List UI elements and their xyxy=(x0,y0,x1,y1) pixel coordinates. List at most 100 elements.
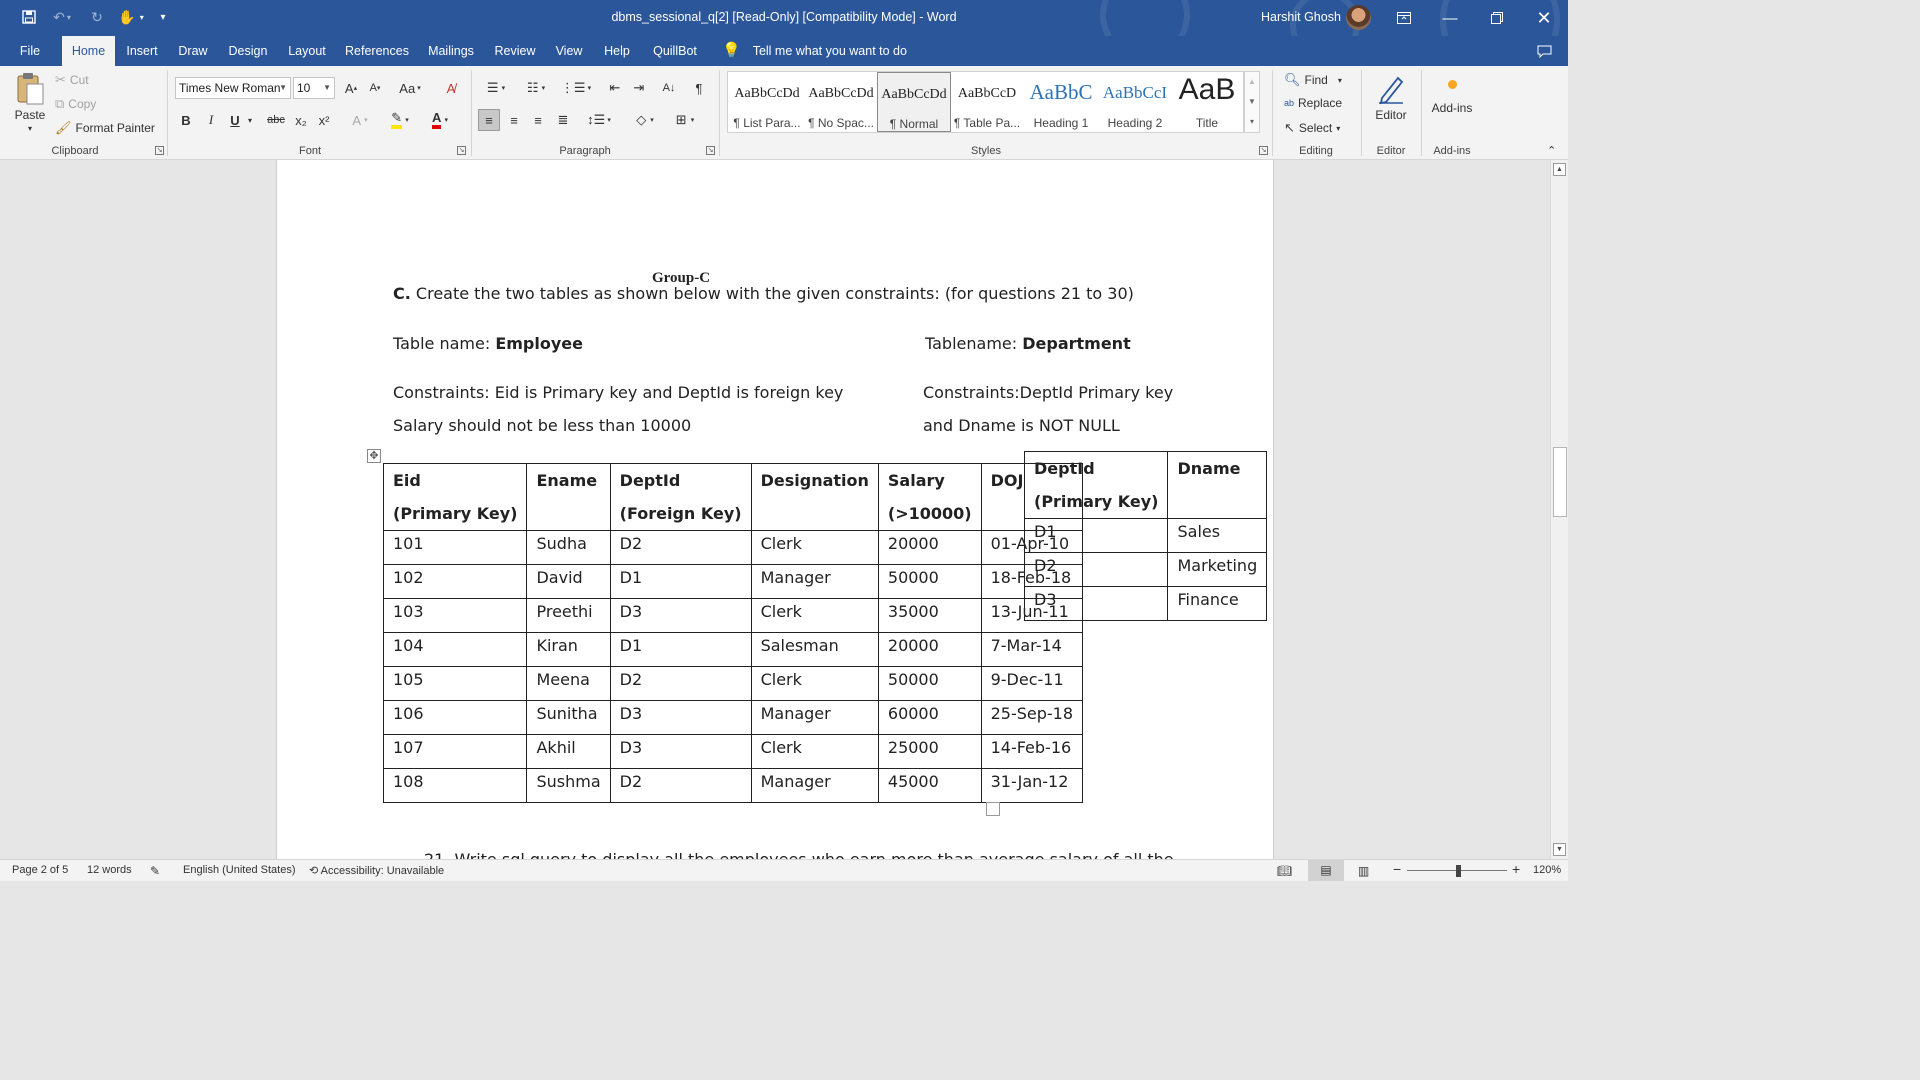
show-formatting-icon[interactable]: ¶ xyxy=(688,77,710,99)
cut-button[interactable]: ✂ Cut xyxy=(55,72,89,88)
tab-help[interactable]: Help xyxy=(598,36,636,66)
avatar[interactable] xyxy=(1346,5,1371,30)
table-cell[interactable]: Sales xyxy=(1167,518,1268,553)
table-cell[interactable]: Clerk xyxy=(750,734,879,769)
highlight-icon[interactable]: ✎ ▾ xyxy=(384,109,416,131)
web-layout-icon[interactable]: ▥ xyxy=(1358,864,1369,878)
header-cell[interactable]: Salary (>10000) xyxy=(877,463,982,531)
page-count[interactable]: Page 2 of 5 xyxy=(12,864,68,876)
header-cell[interactable]: Designation xyxy=(750,463,879,531)
style-table-paragraph[interactable]: AaBbCcD ¶ Table Pa... xyxy=(950,72,1024,132)
text-effects-icon[interactable]: A ▾ xyxy=(344,109,376,131)
shrink-font-icon[interactable]: A ▾ xyxy=(364,77,386,99)
tab-design[interactable]: Design xyxy=(222,36,274,66)
font-name-combo[interactable]: Times New Roman ▼ xyxy=(175,77,291,99)
font-launcher-icon[interactable]: ↘ xyxy=(457,146,466,155)
format-painter-button[interactable]: 🖌 Format Painter xyxy=(55,120,155,136)
font-color-icon[interactable]: A ▾ xyxy=(424,109,456,131)
style-heading-2[interactable]: AaBbCcI Heading 2 xyxy=(1098,72,1172,132)
table-resize-handle[interactable] xyxy=(986,802,1000,816)
language[interactable]: English (United States) xyxy=(183,864,296,876)
addins-button[interactable]: Add-ins xyxy=(1428,80,1476,115)
zoom-slider-thumb[interactable] xyxy=(1456,865,1461,877)
scroll-thumb[interactable] xyxy=(1553,447,1567,517)
paste-button[interactable]: Paste ▾ xyxy=(12,72,48,138)
align-center-icon[interactable]: ≡ xyxy=(503,109,525,131)
chevron-up-icon[interactable]: ▲ xyxy=(1245,72,1259,92)
superscript-button[interactable]: x² xyxy=(313,109,335,131)
restore-icon[interactable] xyxy=(1474,0,1520,36)
subscript-button[interactable]: x₂ xyxy=(290,109,312,131)
document-area[interactable]: Group-C C. Create the two tables as show… xyxy=(0,160,1550,859)
table-cell[interactable]: 20000 xyxy=(877,530,982,565)
table-cell[interactable]: D3 xyxy=(609,734,752,769)
tab-file[interactable]: File xyxy=(10,36,50,66)
chevron-down-icon[interactable]: ▼ xyxy=(1245,92,1259,112)
table-cell[interactable]: 9-Dec-11 xyxy=(980,666,1084,701)
borders-icon[interactable]: ⊞ ▾ xyxy=(668,109,702,131)
font-size-combo[interactable]: 10 ▼ xyxy=(293,77,335,99)
table-cell[interactable]: Clerk xyxy=(750,598,879,633)
comments-icon[interactable] xyxy=(1530,36,1558,66)
table-cell[interactable]: Meena xyxy=(526,666,611,701)
table-move-handle-icon[interactable]: ✥ xyxy=(367,449,381,463)
bold-button[interactable]: B xyxy=(175,109,197,131)
header-cell[interactable]: Ename xyxy=(526,463,611,531)
tell-me-search[interactable]: 💡 Tell me what you want to do xyxy=(722,36,907,66)
table-cell[interactable]: 50000 xyxy=(877,666,982,701)
copy-button[interactable]: ⧉ Copy xyxy=(55,96,96,112)
table-cell[interactable]: 60000 xyxy=(877,700,982,735)
table-cell[interactable]: 25000 xyxy=(877,734,982,769)
header-cell[interactable]: Dname xyxy=(1167,451,1268,519)
header-cell[interactable]: DeptId (Primary Key) xyxy=(1023,451,1169,519)
tab-view[interactable]: View xyxy=(550,36,588,66)
print-layout-icon[interactable]: ▤ xyxy=(1308,860,1344,881)
style-title[interactable]: AaB Title xyxy=(1170,72,1244,132)
clipboard-launcher-icon[interactable]: ↘ xyxy=(155,146,164,155)
table-cell[interactable]: David xyxy=(526,564,611,599)
zoom-in-icon[interactable]: + xyxy=(1512,861,1520,877)
table-cell[interactable]: 50000 xyxy=(877,564,982,599)
table-cell[interactable]: 104 xyxy=(382,632,528,667)
more-styles-icon[interactable]: ▾ xyxy=(1245,112,1259,132)
table-cell[interactable]: D2 xyxy=(609,768,752,803)
table-cell[interactable]: Clerk xyxy=(750,666,879,701)
table-cell[interactable]: Manager xyxy=(750,700,879,735)
table-cell[interactable]: 31-Jan-12 xyxy=(980,768,1084,803)
ribbon-display-options-icon[interactable] xyxy=(1381,0,1427,36)
decrease-indent-icon[interactable]: ⇤ xyxy=(604,77,626,99)
user-name[interactable]: Harshit Ghosh xyxy=(1261,10,1341,24)
table-cell[interactable]: 106 xyxy=(382,700,528,735)
tab-mailings[interactable]: Mailings xyxy=(422,36,480,66)
increase-indent-icon[interactable]: ⇥ xyxy=(628,77,650,99)
table-cell[interactable]: D2 xyxy=(609,530,752,565)
proofing-icon[interactable]: ✎ xyxy=(150,864,160,878)
sort-icon[interactable]: A↓ xyxy=(658,77,680,99)
minimize-icon[interactable]: — xyxy=(1427,0,1473,36)
grow-font-icon[interactable]: A ▴ xyxy=(340,77,362,99)
table-cell[interactable]: Manager xyxy=(750,564,879,599)
table-cell[interactable]: Manager xyxy=(750,768,879,803)
style-no-spacing[interactable]: AaBbCcDd ¶ No Spac... xyxy=(804,72,878,132)
tab-layout[interactable]: Layout xyxy=(282,36,332,66)
align-left-icon[interactable]: ≡ xyxy=(478,109,500,131)
table-cell[interactable]: D1 xyxy=(1023,518,1169,553)
tab-references[interactable]: References xyxy=(340,36,414,66)
table-cell[interactable]: 25-Sep-18 xyxy=(980,700,1084,735)
align-right-icon[interactable]: ≡ xyxy=(527,109,549,131)
editor-button[interactable]: Editor xyxy=(1368,72,1414,122)
table-cell[interactable]: Salesman xyxy=(750,632,879,667)
table-cell[interactable]: 101 xyxy=(382,530,528,565)
strikethrough-button[interactable]: abc xyxy=(264,109,288,131)
table-cell[interactable]: D2 xyxy=(609,666,752,701)
tab-insert[interactable]: Insert xyxy=(120,36,164,66)
justify-icon[interactable]: ≣ xyxy=(552,109,574,131)
table-cell[interactable]: Sunitha xyxy=(526,700,611,735)
table-cell[interactable]: Sushma xyxy=(526,768,611,803)
collapse-ribbon-icon[interactable]: ⌃ xyxy=(1547,144,1556,157)
tab-draw[interactable]: Draw xyxy=(172,36,214,66)
document-page[interactable]: Group-C C. Create the two tables as show… xyxy=(276,160,1274,859)
select-button[interactable]: ↖ Select ▾ xyxy=(1284,120,1340,136)
multilevel-list-icon[interactable]: ⋮☰ ▾ xyxy=(558,77,594,99)
style-normal[interactable]: AaBbCcDd ¶ Normal xyxy=(877,72,951,132)
